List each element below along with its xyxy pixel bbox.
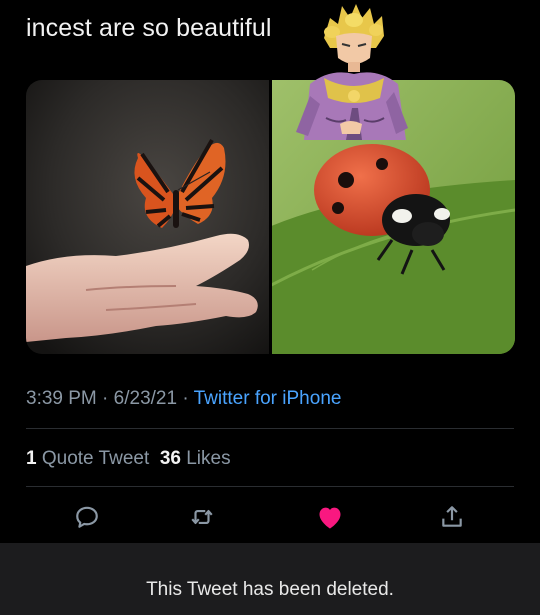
- like-count: 36: [159, 448, 181, 469]
- deleted-notice-text: This Tweet has been deleted.: [146, 579, 394, 600]
- tweet-action-bar: [0, 500, 540, 534]
- character-sticker: [290, 0, 412, 140]
- tweet-meta: 3:39 PM · 6/23/21 · Twitter for iPhone: [26, 388, 341, 410]
- tweet-date: 6/23/21: [113, 388, 178, 409]
- retweet-icon: [191, 509, 213, 525]
- tweet-source-link[interactable]: Twitter for iPhone: [194, 388, 342, 409]
- divider: [26, 428, 514, 429]
- quote-label: Quote Tweet: [41, 448, 150, 469]
- divider: [26, 486, 514, 487]
- meta-separator: ·: [177, 388, 194, 409]
- reply-bubble-icon: [76, 506, 98, 528]
- photo-butterfly[interactable]: [26, 80, 269, 354]
- share-upload-icon: [442, 506, 462, 527]
- quote-tweets-stat[interactable]: 1 Quote Tweet: [26, 448, 149, 469]
- tweet-time: 3:39 PM: [26, 388, 97, 409]
- meta-separator: ·: [96, 388, 114, 409]
- tweet-stats: 1 Quote Tweet 36 Likes: [26, 448, 231, 470]
- share-button[interactable]: [435, 500, 469, 534]
- quote-count: 1: [26, 448, 37, 469]
- heart-filled-icon: [319, 507, 341, 529]
- tweet-text: incest are so beautiful: [26, 14, 272, 42]
- like-label: Likes: [186, 448, 231, 469]
- reply-button[interactable]: [70, 500, 104, 534]
- retweet-button[interactable]: [185, 500, 219, 534]
- likes-stat[interactable]: 36 Likes: [160, 448, 231, 469]
- like-button[interactable]: [313, 500, 347, 534]
